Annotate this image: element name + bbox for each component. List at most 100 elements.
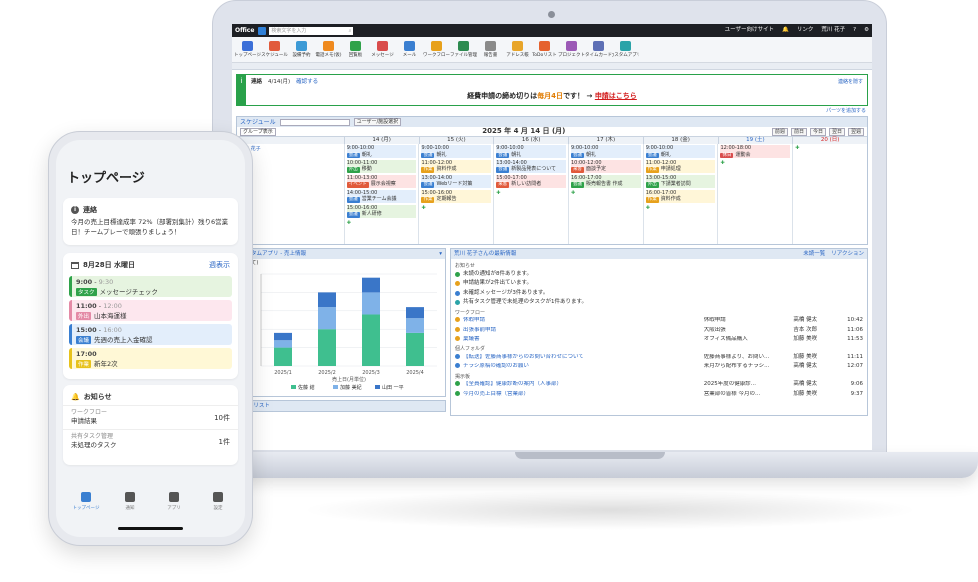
- notice-confirm-link[interactable]: 確認する: [296, 79, 318, 86]
- phone-news-row[interactable]: ワークフロー 申請結果 10件: [63, 405, 238, 429]
- add-event-icon[interactable]: ✚: [720, 160, 790, 166]
- day-header[interactable]: 15 (火): [418, 137, 494, 145]
- chart-filter[interactable]: (すべて): [237, 259, 445, 267]
- app-mail[interactable]: メール: [396, 40, 423, 59]
- feed-row[interactable]: 【全員確認】健康診断の案内（人事部） 2025年度の健康診... 高橋 健太 9:06: [455, 380, 863, 390]
- add-event-icon[interactable]: ✚: [421, 205, 491, 211]
- side-group-admin[interactable]: 総務: [239, 165, 342, 171]
- schedule-event[interactable]: 11:00-13:00 イベント 展示会視察: [346, 175, 417, 188]
- schedule-event[interactable]: 10:00-12:00 来客 面談予定: [570, 160, 641, 173]
- app-phone-memo[interactable]: 電話メモ(仮): [315, 40, 342, 59]
- feed-row[interactable]: 休暇申請 休暇申請 高橋 健太 10:42: [455, 316, 863, 326]
- app-home[interactable]: トップページ: [234, 40, 261, 59]
- reaction-tab[interactable]: リアクション: [831, 249, 864, 259]
- schedule-event[interactable]: 9:00-10:00 会議 朝礼: [645, 145, 716, 159]
- add-event-icon[interactable]: ✚: [347, 220, 417, 226]
- bell-icon[interactable]: 🔔: [782, 27, 789, 34]
- day-header[interactable]: 17 (木): [568, 137, 643, 145]
- apply-link[interactable]: 申請はこちら: [595, 92, 637, 100]
- notice-item[interactable]: 共有タスク管理で未処理のタスクが1件あります。: [455, 298, 863, 308]
- phone-tab[interactable]: 通知: [110, 492, 150, 511]
- app-facility[interactable]: 設備予約: [288, 40, 315, 59]
- app-report[interactable]: 報告書: [477, 40, 504, 59]
- phone-tab[interactable]: 設定: [198, 492, 238, 511]
- schedule-event[interactable]: 11:00-12:00 作業 申請処理: [645, 160, 716, 173]
- schedule-event[interactable]: 9:00-10:00 会議 朝礼: [496, 145, 566, 159]
- add-event-icon[interactable]: ✚: [795, 145, 865, 151]
- schedule-event[interactable]: 13:00-14:00 会議 Webリード対策: [421, 175, 492, 188]
- search-icon[interactable]: ⌕: [349, 27, 352, 35]
- day-header[interactable]: 20 (日): [792, 137, 867, 145]
- add-event-icon[interactable]: ✚: [646, 205, 716, 211]
- schedule-event[interactable]: 13:00-14:00 会議 新製品発表について: [496, 160, 566, 173]
- app-calendar[interactable]: スケジュール: [261, 40, 288, 59]
- app-file[interactable]: ファイル管理: [450, 40, 477, 59]
- phone-tab[interactable]: トップページ: [66, 492, 106, 511]
- phone-news-row[interactable]: 共有タスク管理 未処理のタスク 1件: [63, 429, 238, 453]
- unread-tab[interactable]: 未読一覧: [803, 249, 825, 259]
- week-view-link[interactable]: 週表示: [209, 260, 230, 270]
- schedule-event[interactable]: 9:00-10:00 会議 朝礼: [570, 145, 641, 159]
- feed-row[interactable]: 出張事前申請 大阪出張 吉本 次郎 11:06: [455, 325, 863, 335]
- notice-item[interactable]: 未読の通知が8件あります。: [455, 270, 863, 280]
- app-address[interactable]: アドレス帳: [504, 40, 531, 59]
- day-header[interactable]: 14 (月): [343, 137, 419, 145]
- app-timecard[interactable]: タイムカード: [585, 40, 612, 59]
- home-square-icon[interactable]: [258, 26, 267, 35]
- schedule-nav-button[interactable]: 前週: [771, 127, 788, 136]
- schedule-search-input[interactable]: [279, 118, 350, 126]
- app-workflow[interactable]: ワークフロー: [423, 40, 450, 59]
- schedule-event[interactable]: 11:00-12:00 作業 資料作成: [421, 160, 492, 173]
- schedule-event[interactable]: 15:00-16:00 作業 定期報告: [421, 189, 492, 203]
- schedule-event[interactable]: 14:00-15:00 会議 営業チーム会議: [346, 189, 417, 203]
- link-menu[interactable]: リンク: [797, 27, 814, 34]
- notice-item[interactable]: 未確認メッセージが3件あります。: [455, 289, 863, 299]
- gear-icon[interactable]: ⚙: [864, 27, 869, 34]
- phone-event[interactable]: 9:00 - 9:30 タスク メッセージチェック: [69, 276, 232, 297]
- schedule-nav-button[interactable]: 翌週: [847, 127, 864, 136]
- phone-event[interactable]: 17:00 作業 新年2次: [69, 348, 232, 369]
- notice-item[interactable]: 申請結果が2件出ています。: [455, 279, 863, 289]
- phone-event[interactable]: 15:00 - 16:00 会議 先週の売上入金確認: [69, 324, 232, 345]
- chevron-down-icon[interactable]: ▾: [439, 249, 442, 259]
- day-header[interactable]: 19 (土): [717, 137, 793, 145]
- app-logo[interactable]: Office: [235, 27, 254, 35]
- day-header[interactable]: 18 (金): [642, 137, 718, 145]
- day-header[interactable]: 16 (水): [493, 137, 568, 145]
- schedule-event[interactable]: 13:00-15:00 外出 下請業者訪問: [645, 175, 716, 188]
- app-project[interactable]: プロジェクト: [558, 40, 585, 59]
- schedule-event[interactable]: 15:00-17:00 来客 新しい訪問者: [496, 175, 566, 188]
- phone-notice-card[interactable]: i 連絡 今月の売上目標達成率 72%（部署別集計）残り6営業日！チームプレーで頑…: [63, 198, 238, 245]
- add-event-icon[interactable]: ✚: [571, 190, 641, 196]
- feed-row[interactable]: 今月の売上目標（営業部） 営業部の皆様 今月の... 加藤 美咲 9:37: [455, 389, 863, 399]
- feed-row[interactable]: 稟議書 オフィス備品購入 加藤 美咲 11:53: [455, 335, 863, 345]
- app-message[interactable]: メッセージ: [369, 40, 396, 59]
- schedule-event[interactable]: 9:00-10:00 会議 朝礼: [346, 145, 417, 159]
- notice-hide-link[interactable]: 連絡を隠す: [838, 79, 863, 85]
- phone-tab[interactable]: アプリ: [154, 492, 194, 511]
- schedule-nav-button[interactable]: 今日: [809, 127, 826, 136]
- user-select-button[interactable]: ユーザー/施設選択: [353, 118, 402, 127]
- add-parts-link[interactable]: パーツを追加する: [238, 108, 866, 114]
- schedule-nav-button[interactable]: 前日: [790, 127, 807, 136]
- help-icon[interactable]: ?: [853, 27, 856, 34]
- app-custom-app[interactable]: カスタムアプリ: [612, 40, 639, 59]
- schedule-event[interactable]: 10:00-11:00 外出 移動: [346, 160, 417, 173]
- schedule-event[interactable]: 16:00-17:00 作業 資料作成: [645, 189, 716, 203]
- group-select[interactable]: グループ表示: [240, 127, 276, 136]
- schedule-event[interactable]: 9:00-10:00 会議 朝礼: [421, 145, 492, 159]
- user-site-link[interactable]: ユーザー向けサイト: [725, 27, 774, 34]
- user-menu[interactable]: 荒川 花子: [821, 27, 845, 34]
- schedule-event[interactable]: 15:00-16:00 会議 新人研修: [346, 204, 417, 218]
- schedule-event[interactable]: 16:00-17:00 会議 販売報告書 作成: [570, 175, 641, 188]
- app-circular[interactable]: 回覧板: [342, 40, 369, 59]
- feed-row[interactable]: チラシ原稿の確認のお願い 来月から配布するチラシ... 高橋 健太 12:07: [455, 362, 863, 372]
- app-todo[interactable]: ToDoリスト: [531, 40, 558, 59]
- schedule-event[interactable]: 12:00-18:00 休日 運動会: [720, 145, 791, 159]
- schedule-title[interactable]: スケジュール: [240, 119, 276, 127]
- add-event-icon[interactable]: ✚: [496, 190, 566, 196]
- phone-event[interactable]: 11:00 - 12:00 外出 山本海運様: [69, 300, 232, 321]
- schedule-nav-button[interactable]: 翌日: [828, 127, 845, 136]
- search-input[interactable]: 検索文字を入力 ⌕: [269, 26, 354, 35]
- feed-row[interactable]: 【転送】佐藤商事様からのお問い合わせについて 佐藤商事様より、お問い... 加藤 美…: [455, 353, 863, 363]
